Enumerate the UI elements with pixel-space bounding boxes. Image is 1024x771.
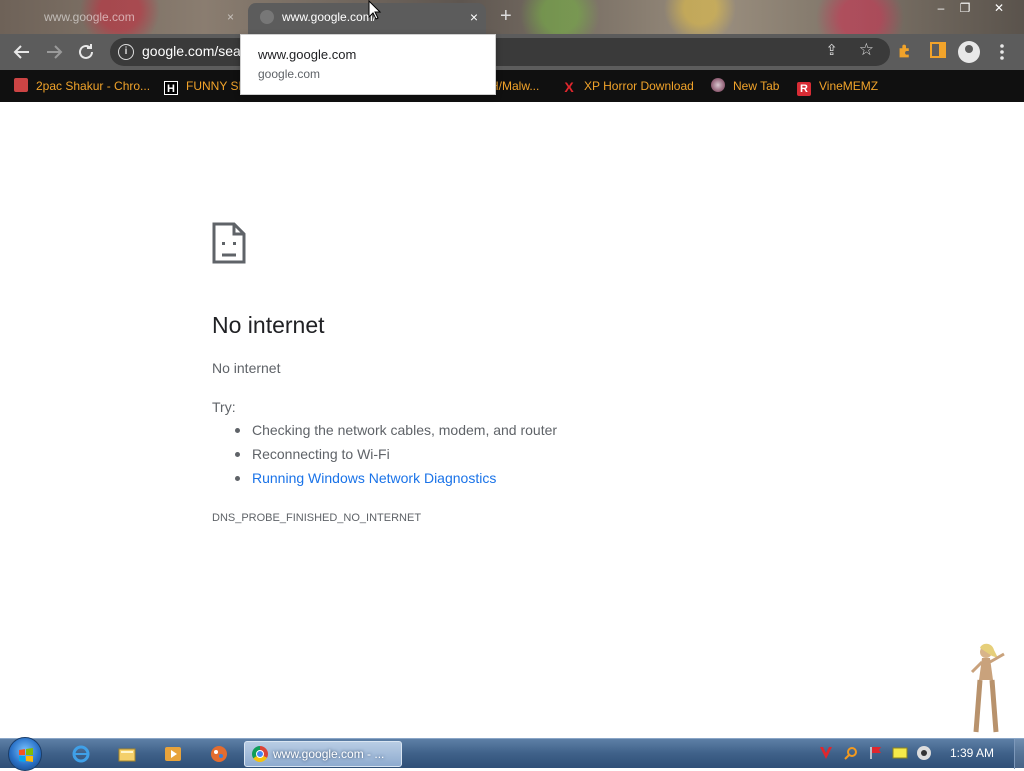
error-subtitle: No internet bbox=[212, 360, 281, 376]
volume-tray-icon[interactable] bbox=[916, 745, 932, 761]
bookmark-label: H/Malw... bbox=[490, 79, 540, 93]
suggestions-list: Checking the network cables, modem, and … bbox=[232, 422, 557, 494]
internet-explorer-icon[interactable] bbox=[72, 745, 90, 763]
bookmark-item[interactable]: H/Malw... bbox=[490, 77, 539, 95]
error-code: DNS_PROBE_FINISHED_NO_INTERNET bbox=[212, 512, 422, 524]
reload-button[interactable] bbox=[74, 40, 98, 64]
info-icon[interactable]: i bbox=[118, 44, 134, 60]
media-player-icon[interactable] bbox=[164, 745, 182, 763]
browser-toolbar: i google.com/sea ⇪ ☆ bbox=[0, 34, 1024, 70]
tooltip-domain: google.com bbox=[258, 67, 321, 81]
bookmark-label: 2pac Shakur - Chro... bbox=[36, 79, 151, 93]
search-tray-icon[interactable] bbox=[843, 745, 859, 761]
windows-taskbar: www.google.com - ... 1:39 AM bbox=[0, 737, 1024, 771]
sad-page-icon bbox=[212, 222, 246, 264]
reload-icon bbox=[79, 44, 93, 59]
bookmark-item[interactable]: H FUNNY SH bbox=[164, 77, 247, 95]
tooltip-title: www.google.com bbox=[258, 47, 357, 62]
tab-active[interactable]: www.google.com/ × bbox=[248, 3, 486, 34]
x-favicon-icon: X bbox=[564, 79, 574, 95]
arrow-left-icon bbox=[13, 45, 29, 59]
windows-logo-icon bbox=[19, 748, 33, 762]
taskbar-chrome-window[interactable]: www.google.com - ... bbox=[244, 741, 402, 767]
start-button[interactable] bbox=[8, 737, 42, 771]
error-page: No internet No internet Try: Checking th… bbox=[0, 102, 1024, 738]
tab-background[interactable]: www.google.com × bbox=[10, 4, 242, 34]
address-bar[interactable]: i google.com/sea ⇪ ☆ bbox=[110, 38, 890, 66]
share-icon[interactable]: ⇪ bbox=[825, 41, 838, 59]
bookmark-favicon-icon bbox=[14, 78, 28, 92]
side-panel-icon bbox=[930, 42, 946, 58]
url-text[interactable]: google.com/sea bbox=[142, 43, 241, 59]
desktop-dancer-figure bbox=[970, 643, 1005, 733]
forward-button[interactable] bbox=[42, 40, 66, 64]
tab-title: www.google.com/ bbox=[282, 10, 377, 24]
sticky-note-tray-icon[interactable] bbox=[892, 745, 908, 761]
taskbar-clock[interactable]: 1:39 AM bbox=[950, 746, 994, 760]
chrome-icon bbox=[252, 746, 268, 762]
arrow-right-icon bbox=[47, 45, 63, 59]
side-panel-button[interactable] bbox=[926, 40, 950, 64]
antivirus-tray-icon[interactable] bbox=[818, 745, 834, 761]
network-diagnostics-link[interactable]: Running Windows Network Diagnostics bbox=[232, 470, 557, 494]
tab-strip: www.google.com × www.google.com/ × + ‒ ❐… bbox=[0, 0, 1024, 34]
r-favicon-icon: R bbox=[797, 82, 811, 96]
show-desktop-button[interactable] bbox=[1014, 739, 1024, 769]
file-explorer-icon[interactable] bbox=[118, 745, 136, 763]
try-label: Try: bbox=[212, 399, 236, 415]
close-icon[interactable]: × bbox=[470, 3, 478, 31]
mouse-cursor-icon bbox=[368, 0, 382, 20]
back-button[interactable] bbox=[10, 40, 34, 64]
tab-hover-tooltip: www.google.com google.com bbox=[240, 34, 496, 95]
paint-icon[interactable] bbox=[210, 745, 228, 763]
maximize-button[interactable]: ❐ bbox=[952, 0, 978, 18]
bookmark-item[interactable]: R VineMEMZ bbox=[797, 77, 879, 96]
star-icon[interactable]: ☆ bbox=[859, 40, 874, 60]
profile-avatar[interactable] bbox=[958, 41, 980, 63]
close-icon[interactable]: × bbox=[227, 4, 234, 30]
menu-button[interactable] bbox=[990, 40, 1014, 64]
kebab-menu-icon bbox=[1000, 44, 1004, 60]
bookmark-label: XP Horror Download bbox=[584, 79, 694, 93]
bookmark-item[interactable]: X XP Horror Download bbox=[562, 77, 694, 95]
bookmark-item[interactable]: New Tab bbox=[711, 77, 779, 95]
suggestion-item: Checking the network cables, modem, and … bbox=[232, 422, 557, 446]
error-title: No internet bbox=[212, 312, 325, 338]
tab-title: www.google.com bbox=[44, 10, 135, 24]
close-window-button[interactable]: ✕ bbox=[986, 0, 1012, 18]
bookmarks-bar: 2pac Shakur - Chro... H FUNNY SH H/Malw..… bbox=[0, 70, 1024, 102]
bookmark-label: FUNNY SH bbox=[186, 79, 248, 93]
h-favicon-icon: H bbox=[164, 81, 178, 95]
taskbar-window-title: www.google.com - ... bbox=[273, 747, 385, 761]
minimize-button[interactable]: ‒ bbox=[928, 0, 954, 18]
bookmark-item[interactable]: 2pac Shakur - Chro... bbox=[14, 77, 150, 95]
bookmark-label: VineMEMZ bbox=[819, 79, 879, 93]
suggestion-item: Reconnecting to Wi-Fi bbox=[232, 446, 557, 470]
flag-tray-icon[interactable] bbox=[868, 745, 884, 761]
bookmark-label: New Tab bbox=[733, 79, 780, 93]
new-tab-button[interactable]: + bbox=[500, 4, 512, 28]
puzzle-icon bbox=[899, 44, 909, 58]
globe-favicon-icon bbox=[711, 78, 725, 92]
globe-icon bbox=[260, 10, 274, 24]
extensions-button[interactable] bbox=[894, 40, 918, 64]
